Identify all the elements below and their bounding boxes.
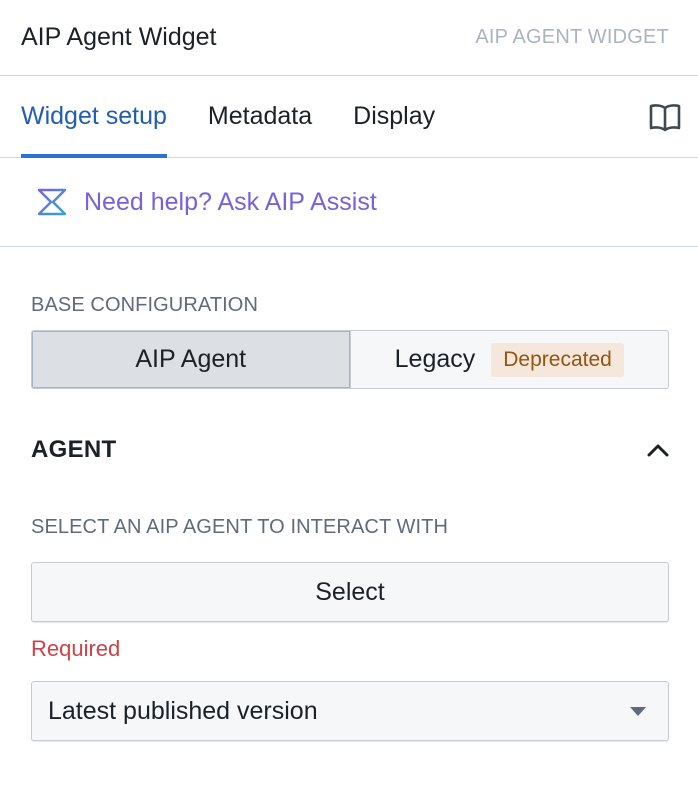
aip-agent-option[interactable]: AIP Agent (32, 331, 350, 388)
tab-widget-setup[interactable]: Widget setup (21, 76, 167, 158)
tab-spacer (476, 76, 645, 157)
ask-aip-assist-link[interactable]: Need help? Ask AIP Assist (84, 188, 377, 217)
aip-assist-icon (36, 188, 68, 216)
agent-version-select[interactable]: Latest published version (31, 681, 669, 741)
aip-agent-option-label: AIP Agent (135, 345, 247, 373)
tab-bar: Widget setup Metadata Display (0, 76, 698, 158)
select-agent-button[interactable]: Select (31, 562, 669, 622)
book-open-icon (649, 103, 681, 131)
agent-section-title: AGENT (31, 436, 117, 463)
documentation-button[interactable] (645, 76, 685, 157)
caret-down-icon (630, 706, 646, 716)
select-agent-label: SELECT AN AIP AGENT TO INTERACT WITH (31, 516, 449, 538)
deprecated-badge: Deprecated (491, 342, 624, 377)
widget-type-label: AIP AGENT WIDGET (475, 26, 669, 48)
setup-content: BASE CONFIGURATION AIP Agent Legacy Depr… (0, 294, 698, 741)
widget-config-panel: AIP Agent Widget AIP AGENT WIDGET Widget… (0, 0, 698, 790)
aip-assist-row: Need help? Ask AIP Assist (0, 158, 698, 247)
tab-display[interactable]: Display (353, 76, 435, 157)
collapse-agent-section-button[interactable] (642, 434, 674, 466)
panel-header: AIP Agent Widget AIP AGENT WIDGET (0, 0, 698, 76)
tab-metadata[interactable]: Metadata (208, 76, 312, 157)
agent-version-value: Latest published version (48, 696, 318, 725)
legacy-option[interactable]: Legacy Deprecated (349, 331, 668, 388)
required-error-text: Required (31, 636, 121, 661)
legacy-option-label: Legacy (394, 345, 476, 373)
select-agent-button-label: Select (315, 577, 385, 606)
panel-title: AIP Agent Widget (21, 23, 217, 51)
chevron-up-icon (647, 444, 669, 457)
base-configuration-label: BASE CONFIGURATION (31, 294, 259, 316)
agent-section-header[interactable]: AGENT (31, 432, 669, 468)
base-configuration-toggle: AIP Agent Legacy Deprecated (31, 330, 669, 389)
